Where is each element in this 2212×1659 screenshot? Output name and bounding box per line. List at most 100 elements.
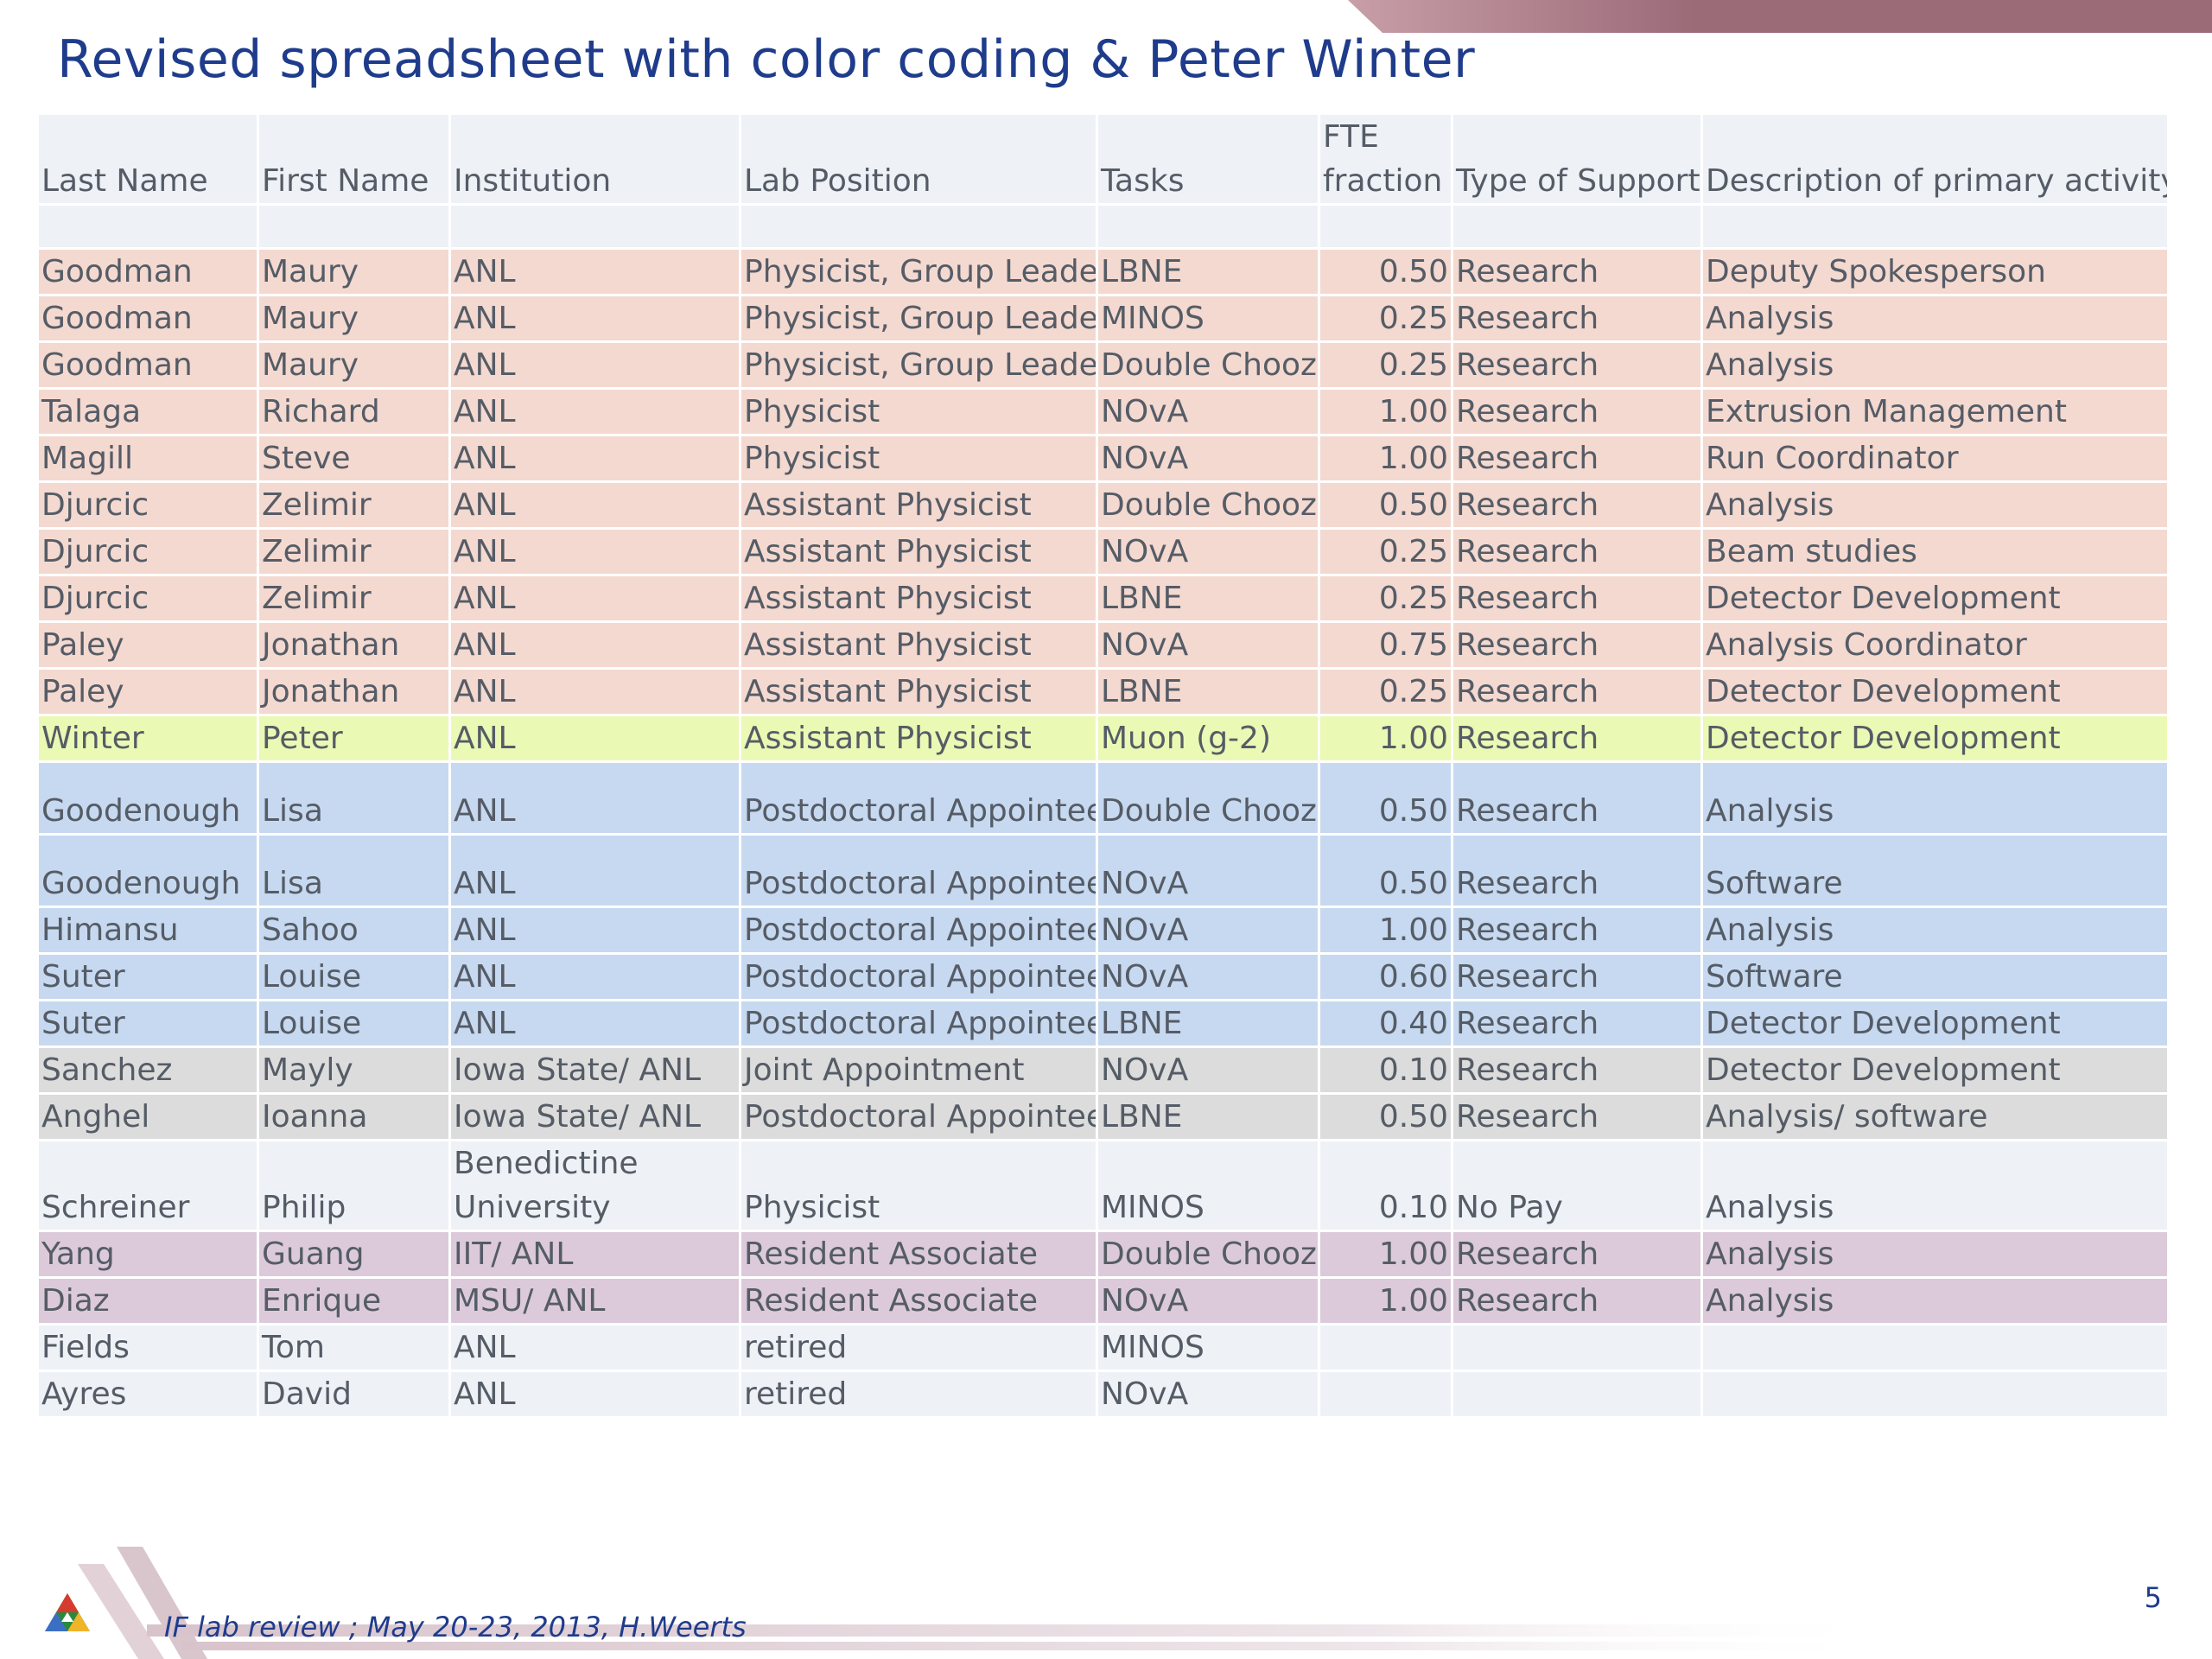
table-body: Goodman Maury ANL Physicist, Group Leader LB…: [36, 203, 2170, 1419]
cell-description: Deputy Spokesperson: [1700, 247, 2170, 296]
cell-first-name: Maury: [257, 247, 451, 296]
spacer-row: [36, 203, 2170, 250]
cell-description: Analysis Coordinator: [1700, 620, 2170, 670]
cell-last-name: Ayres: [36, 1370, 259, 1419]
header-last-name: Last Name: [36, 112, 259, 206]
cell-first-name: Zelimir: [257, 574, 451, 623]
cell-lab-position: Postdoctoral Appointee: [739, 952, 1098, 1001]
cell-fte: 1.00: [1318, 1276, 1453, 1325]
cell-support-type: Research: [1451, 1276, 1703, 1325]
cell-description: Analysis: [1700, 906, 2170, 955]
cell-institution: ANL: [448, 620, 741, 670]
cell-institution: ANL: [448, 667, 741, 716]
cell-lab-position: Postdoctoral Appointee: [739, 999, 1098, 1048]
cell-institution: ANL: [448, 480, 741, 530]
cell-support-type: Research: [1451, 667, 1703, 716]
page-number: 5: [2144, 1581, 2162, 1614]
header-institution: Institution: [448, 112, 741, 206]
table-row: Himansu Sahoo ANL Postdoctoral Appointee NOv…: [36, 906, 2170, 955]
cell-description: Software: [1700, 833, 2170, 908]
cell-institution: Iowa State/ ANL: [448, 1092, 741, 1141]
cell-first-name: Guang: [257, 1230, 451, 1279]
spacer-cell: [1318, 203, 1453, 250]
cell-lab-position: Assistant Physicist: [739, 574, 1098, 623]
table-row: Paley Jonathan ANL Assistant Physicist LBNE 0…: [36, 667, 2170, 716]
personnel-spreadsheet: Last Name First Name Institution Lab Pos…: [36, 112, 2170, 1419]
table-row: Goodman Maury ANL Physicist, Group Leader Do…: [36, 340, 2170, 390]
cell-first-name: Steve: [257, 434, 451, 483]
cell-task: NOvA: [1096, 434, 1320, 483]
cell-lab-position: retired: [739, 1370, 1098, 1419]
cell-support-type: Research: [1451, 714, 1703, 763]
cell-fte: 0.50: [1318, 480, 1453, 530]
cell-last-name: Djurcic: [36, 527, 259, 576]
cell-lab-position: Assistant Physicist: [739, 527, 1098, 576]
table-row: Goodenough Lisa ANL Postdoctoral Appointee D…: [36, 760, 2170, 836]
cell-last-name: Winter: [36, 714, 259, 763]
header-fte-line2: fraction: [1323, 163, 1443, 199]
cell-description: Detector Development: [1700, 999, 2170, 1048]
cell-task: NOvA: [1096, 527, 1320, 576]
header-fte-line1: FTE: [1323, 119, 1379, 155]
header-fte-fraction: FTE fraction: [1318, 112, 1453, 206]
cell-description: Analysis: [1700, 340, 2170, 390]
cell-first-name: Maury: [257, 340, 451, 390]
cell-support-type: Research: [1451, 527, 1703, 576]
table-row: Magill Steve ANL Physicist NOvA 1.00 Research R…: [36, 434, 2170, 483]
cell-description: [1700, 1323, 2170, 1372]
cell-support-type: No Pay: [1451, 1139, 1703, 1232]
cell-description: Detector Development: [1700, 714, 2170, 763]
cell-task: Muon (g-2): [1096, 714, 1320, 763]
cell-fte: 0.75: [1318, 620, 1453, 670]
cell-lab-position: Physicist: [739, 387, 1098, 436]
cell-task: LBNE: [1096, 574, 1320, 623]
cell-institution: ANL: [448, 527, 741, 576]
cell-institution: ANL: [448, 906, 741, 955]
table-row: Ayres David ANL retired NOvA: [36, 1370, 2170, 1419]
spacer-cell: [1096, 203, 1320, 250]
cell-task: NOvA: [1096, 906, 1320, 955]
cell-institution: Iowa State/ ANL: [448, 1046, 741, 1095]
cell-fte: 0.25: [1318, 294, 1453, 343]
cell-first-name: Sahoo: [257, 906, 451, 955]
cell-first-name: Louise: [257, 999, 451, 1048]
cell-task: NOvA: [1096, 1370, 1320, 1419]
spacer-cell: [739, 203, 1098, 250]
cell-task: LBNE: [1096, 999, 1320, 1048]
cell-fte: 1.00: [1318, 906, 1453, 955]
cell-first-name: Ioanna: [257, 1092, 451, 1141]
cell-task: MINOS: [1096, 1139, 1320, 1232]
cell-last-name: Anghel: [36, 1092, 259, 1141]
cell-institution: ANL: [448, 760, 741, 836]
cell-lab-position: Postdoctoral Appointee: [739, 833, 1098, 908]
cell-support-type: Research: [1451, 247, 1703, 296]
cell-last-name: Goodman: [36, 247, 259, 296]
cell-last-name: Sanchez: [36, 1046, 259, 1095]
cell-institution-line1: Benedictine: [454, 1146, 639, 1181]
cell-task: LBNE: [1096, 667, 1320, 716]
cell-institution: Benedictine University: [448, 1139, 741, 1232]
cell-task: NOvA: [1096, 620, 1320, 670]
top-decorative-band: [1348, 0, 2212, 33]
header-first-name: First Name: [257, 112, 451, 206]
argonne-triangle-logo-icon: [45, 1593, 90, 1631]
table-row: Anghel Ioanna Iowa State/ ANL Postdoctoral …: [36, 1092, 2170, 1141]
cell-task: LBNE: [1096, 247, 1320, 296]
cell-first-name: David: [257, 1370, 451, 1419]
cell-fte: [1318, 1323, 1453, 1372]
table-row: Fields Tom ANL retired MINOS: [36, 1323, 2170, 1372]
cell-lab-position: Postdoctoral Appointee: [739, 760, 1098, 836]
table-row: Winter Peter ANL Assistant Physicist Muon (g…: [36, 714, 2170, 763]
cell-last-name: Goodenough: [36, 833, 259, 908]
cell-last-name: Djurcic: [36, 574, 259, 623]
cell-support-type: Research: [1451, 999, 1703, 1048]
cell-last-name: Goodman: [36, 340, 259, 390]
header-description: Description of primary activity: [1700, 112, 2170, 206]
cell-institution: ANL: [448, 247, 741, 296]
cell-fte: 0.50: [1318, 760, 1453, 836]
cell-support-type: Research: [1451, 1046, 1703, 1095]
table-row: Suter Louise ANL Postdoctoral Appointee NOvA…: [36, 952, 2170, 1001]
cell-task: Double Chooz: [1096, 1230, 1320, 1279]
cell-last-name: Yang: [36, 1230, 259, 1279]
table-row: Goodman Maury ANL Physicist, Group Leader MI…: [36, 294, 2170, 343]
